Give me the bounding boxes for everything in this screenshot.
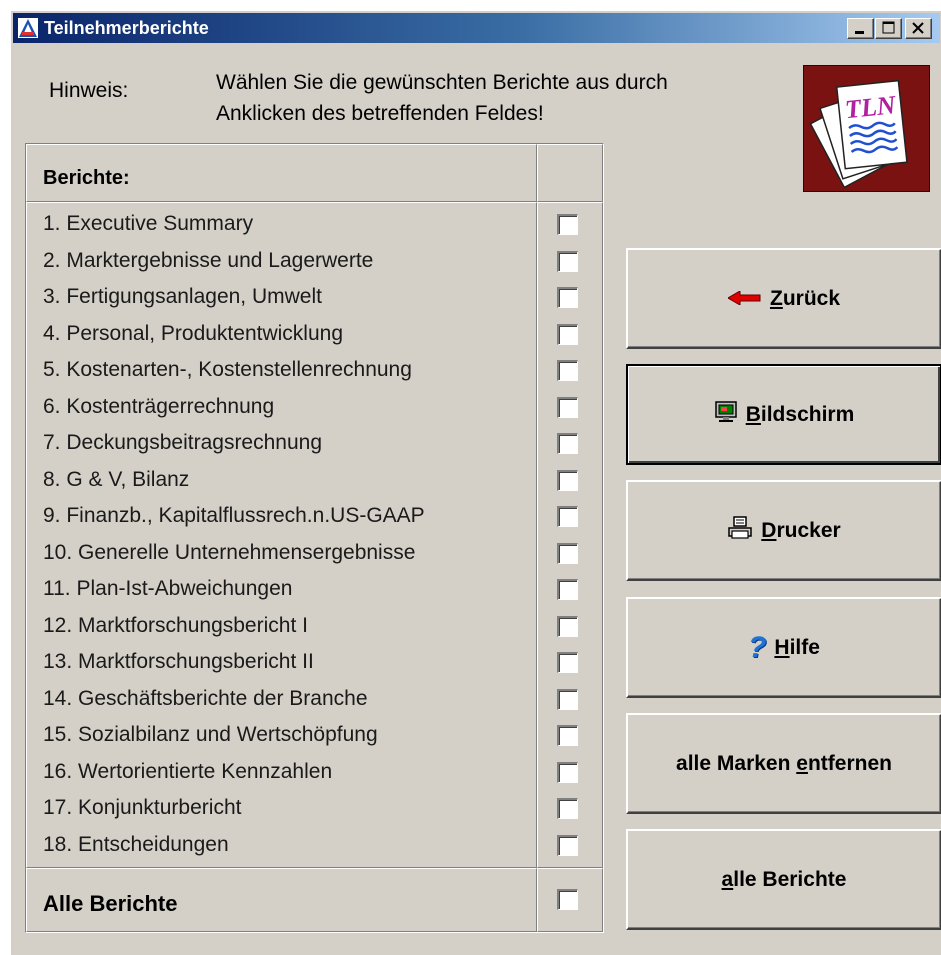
report-list: 1. Executive Summary 2. Marktergebnisse u…	[26, 202, 537, 868]
report-checkbox[interactable]	[557, 214, 578, 235]
red-arrow-left-icon	[726, 287, 762, 311]
minimize-button[interactable]	[847, 18, 874, 39]
clear-marks-label-rest: ntfernen	[807, 751, 892, 775]
report-checkbox[interactable]	[557, 542, 578, 564]
report-checkbox[interactable]	[557, 798, 578, 819]
report-checkbox[interactable]	[557, 652, 578, 673]
report-item-label: 10. Generelle Unternehmensergebnisse	[43, 540, 416, 564]
report-item-label: 6. Kostenträgerrechnung	[43, 394, 275, 418]
checkbox-column-header	[537, 144, 603, 202]
report-item-label: 14. Geschäftsberichte der Branche	[43, 686, 368, 710]
report-item-label: 7. Deckungsbeitragsrechnung	[43, 431, 323, 454]
help-label: ilfe	[789, 635, 820, 659]
report-checkbox[interactable]	[557, 579, 578, 600]
report-checkbox[interactable]	[557, 250, 578, 272]
tln-logo: TLN	[803, 65, 930, 192]
report-checkbox[interactable]	[557, 688, 578, 710]
report-item-label: 8. G & V, Bilanz	[43, 467, 190, 491]
report-checkbox[interactable]	[557, 506, 578, 527]
close-button[interactable]	[905, 18, 932, 39]
hint-text: Wählen Sie die gewünschten Berichte aus …	[216, 67, 668, 129]
help-button[interactable]: ? Hilfe	[626, 597, 941, 698]
all-reports-button-label: lle Berichte	[733, 867, 847, 891]
monitor-icon	[714, 400, 738, 430]
report-item-label: 18. Entscheidungen	[43, 832, 229, 856]
maximize-icon	[882, 21, 895, 34]
report-checkbox[interactable]	[557, 323, 578, 345]
hint-line-2: Anklicken des betreffenden Feldes!	[216, 102, 544, 125]
report-checkbox[interactable]	[557, 725, 578, 746]
clear-marks-mnemonic: e	[796, 751, 808, 775]
all-reports-button[interactable]: alle Berichte	[626, 829, 941, 930]
screen-button[interactable]: Bildschirm	[626, 364, 941, 465]
printer-mnemonic: D	[761, 518, 777, 542]
reports-panel: Berichte: 1. Executive Summary 2. Markter…	[25, 143, 604, 933]
report-checkbox[interactable]	[557, 396, 578, 418]
report-item-label: 2. Marktergebnisse und Lagerwerte	[43, 248, 374, 272]
report-checkbox[interactable]	[557, 834, 578, 856]
clear-marks-label-pre: alle Marken	[676, 751, 797, 775]
report-item-label: 13. Marktforschungsbericht II	[43, 650, 314, 673]
report-item-label: 1. Executive Summary	[43, 212, 254, 235]
all-reports-checkbox[interactable]	[557, 889, 578, 910]
svg-text:TLN: TLN	[844, 90, 899, 124]
printer-button[interactable]: Drucker	[626, 480, 941, 581]
all-reports-checkbox-cell	[537, 868, 603, 932]
printer-icon	[727, 515, 753, 546]
report-item-label: 3. Fertigungsanlagen, Umwelt	[43, 285, 322, 308]
all-reports-row: Alle Berichte	[26, 868, 537, 932]
report-item-label: 17. Konjunkturbericht	[43, 796, 242, 819]
app-icon	[17, 17, 39, 39]
screen-mnemonic: B	[745, 402, 761, 426]
report-item-label: 5. Kostenarten-, Kostenstellenrechnung	[43, 358, 412, 381]
screen-label: ildschirm	[760, 402, 855, 426]
report-checkbox-column	[537, 202, 603, 868]
hint-label: Hinweis:	[49, 79, 129, 102]
window-title: Teilnehmerberichte	[44, 18, 209, 38]
report-checkbox[interactable]	[557, 469, 578, 491]
all-reports-label: Alle Berichte	[43, 891, 178, 916]
report-item-label: 9. Finanzb., Kapitalflussrech.n.US-GAAP	[43, 504, 425, 527]
report-checkbox[interactable]	[557, 615, 578, 637]
report-item-label: 15. Sozialbilanz und Wertschöpfung	[43, 723, 378, 746]
report-window: Teilnehmerberichte Hinweis: Wählen Sie d…	[10, 10, 941, 955]
close-icon	[912, 22, 924, 34]
back-button[interactable]: Zurück	[626, 248, 941, 349]
title-bar[interactable]: Teilnehmerberichte	[13, 13, 940, 43]
report-checkbox[interactable]	[557, 433, 578, 454]
question-mark-icon: ?	[748, 630, 767, 664]
report-item-label: 12. Marktforschungsbericht I	[43, 613, 308, 637]
back-label: urück	[782, 286, 840, 310]
report-item-label: 16. Wertorientierte Kennzahlen	[43, 759, 333, 783]
maximize-button[interactable]	[875, 18, 902, 39]
printer-label: rucker	[776, 518, 841, 542]
reports-header: Berichte:	[26, 144, 537, 202]
report-item-label: 4. Personal, Produktentwicklung	[43, 321, 343, 345]
report-item-label: 11. Plan-Ist-Abweichungen	[43, 577, 293, 600]
report-checkbox[interactable]	[557, 287, 578, 308]
back-mnemonic: Z	[769, 286, 783, 310]
help-mnemonic: H	[774, 635, 790, 659]
report-checkbox[interactable]	[557, 761, 578, 783]
reports-header-title: Berichte:	[43, 167, 130, 189]
report-checkbox[interactable]	[557, 360, 578, 381]
all-reports-mnemonic: a	[721, 867, 734, 891]
minimize-icon	[855, 31, 864, 34]
clear-marks-button[interactable]: alle Marken entfernen	[626, 713, 941, 814]
hint-line-1: Wählen Sie die gewünschten Berichte aus …	[216, 71, 668, 94]
